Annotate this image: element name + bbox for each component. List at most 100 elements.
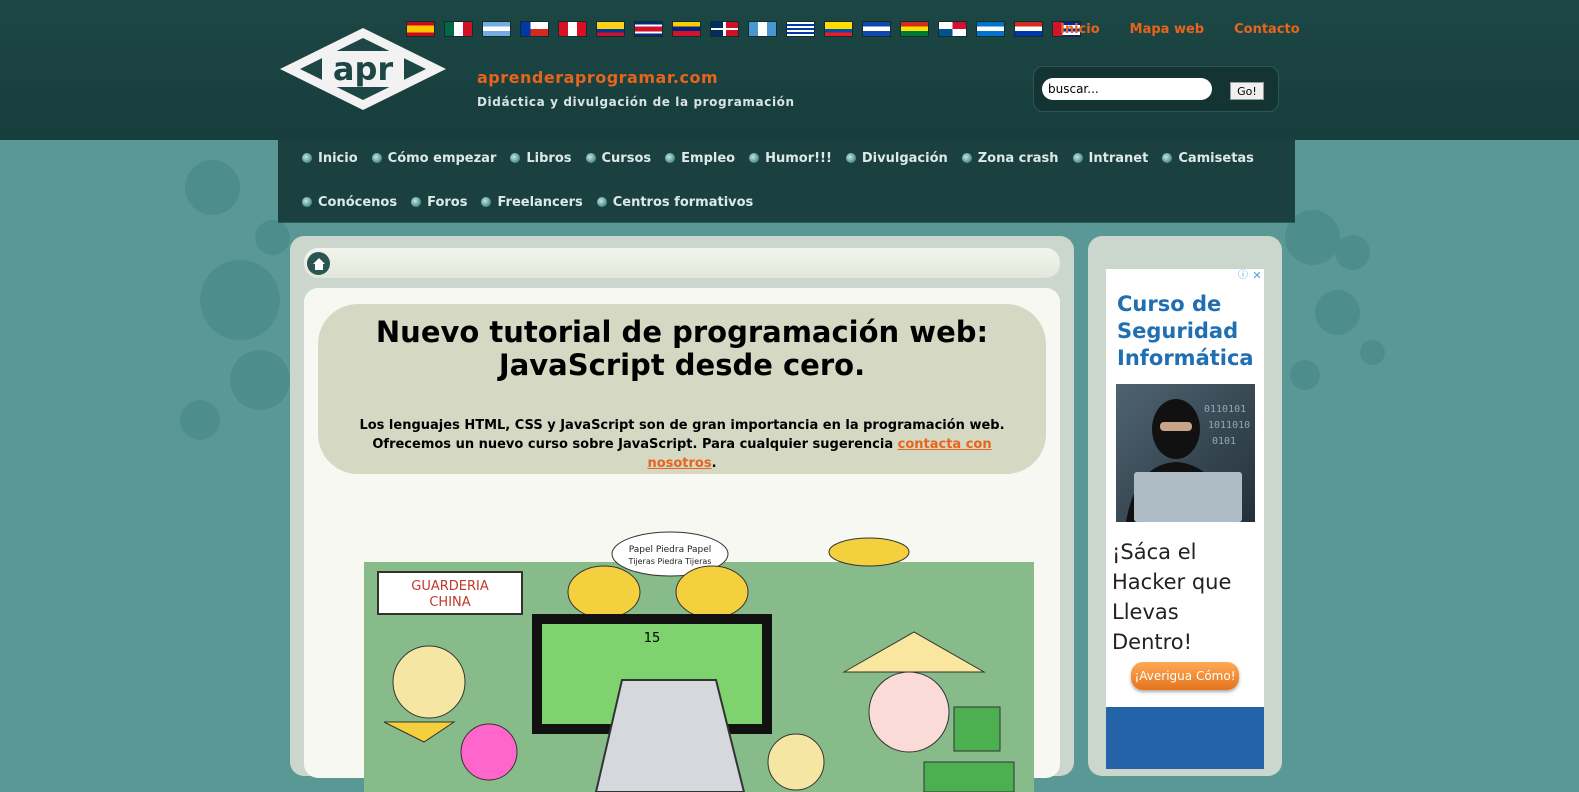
bullet-icon xyxy=(845,153,856,163)
site-tagline: Didáctica y divulgación de la programaci… xyxy=(477,95,795,109)
nav-label: Cómo empezar xyxy=(387,150,497,166)
comic-score: 15 xyxy=(644,631,661,646)
comic-balloon-text: Papel Piedra Papel xyxy=(629,545,712,555)
announcement-text: Los lenguajes HTML, CSS y JavaScript son… xyxy=(336,416,1028,473)
search-box: Go! xyxy=(1033,66,1279,112)
info-icon[interactable]: ⓘ xyxy=(1236,269,1250,283)
announcement-title: Nuevo tutorial de programación web: Java… xyxy=(318,316,1046,382)
nav-item-camisetas[interactable]: Camisetas xyxy=(1162,148,1254,168)
home-icon[interactable] xyxy=(307,252,330,275)
nav-item-zona-crash[interactable]: Zona crash xyxy=(961,148,1059,168)
top-link-mapa-web[interactable]: Mapa web xyxy=(1130,22,1204,37)
bullet-icon xyxy=(961,153,972,163)
nav-label: Conócenos xyxy=(318,194,398,210)
announcement-title-line1: Nuevo tutorial de programación web: xyxy=(375,315,989,349)
site-name[interactable]: aprenderaprogramar.com xyxy=(477,68,718,87)
nav-item-divulgacion[interactable]: Divulgación xyxy=(845,148,948,168)
bullet-icon xyxy=(481,197,492,207)
comic-sign-text-2: CHINA xyxy=(429,595,470,610)
nav-item-inicio[interactable]: Inicio xyxy=(302,148,358,168)
main-nav: Inicio Cómo empezar Libros Cursos Empleo… xyxy=(278,139,1295,223)
chile-flag[interactable] xyxy=(520,21,549,37)
nav-item-freelancers[interactable]: Freelancers xyxy=(481,192,583,212)
bullet-icon xyxy=(411,197,422,207)
honduras-flag[interactable] xyxy=(976,21,1005,37)
top-link-inicio[interactable]: Inicio xyxy=(1060,22,1100,37)
breadcrumb xyxy=(304,248,1060,278)
announcement-box: Nuevo tutorial de programación web: Java… xyxy=(318,304,1046,474)
nav-item-humor[interactable]: Humor!!! xyxy=(749,148,832,168)
paraguay-flag[interactable] xyxy=(1014,21,1043,37)
el-salvador-flag[interactable] xyxy=(862,21,891,37)
nav-item-centros-formativos[interactable]: Centros formativos xyxy=(596,192,754,212)
venezuela-flag[interactable] xyxy=(672,21,701,37)
site-logo[interactable]: apr xyxy=(278,26,448,116)
comic-sign-text: GUARDERIA xyxy=(411,579,489,594)
announcement-end: . xyxy=(711,456,717,471)
uruguay-flag[interactable] xyxy=(786,21,815,37)
nav-label: Humor!!! xyxy=(765,150,832,166)
nav-label: Foros xyxy=(427,194,468,210)
mexico-flag[interactable] xyxy=(444,21,473,37)
ad-hacker-photo: 0110101 1011010 0101 xyxy=(1116,384,1255,522)
bullet-icon xyxy=(302,153,312,163)
nav-label: Cursos xyxy=(601,150,652,166)
bullet-icon xyxy=(1072,153,1083,163)
svg-text:0101: 0101 xyxy=(1212,436,1236,447)
bullet-icon xyxy=(371,153,382,163)
colombia-flag[interactable] xyxy=(596,21,625,37)
logo-text: apr xyxy=(333,50,394,88)
ad-cta-button[interactable]: ¡Averigua Cómo! xyxy=(1131,662,1239,690)
article-panel: Nuevo tutorial de programación web: Java… xyxy=(304,288,1060,792)
nav-row-1: Inicio Cómo empezar Libros Cursos Empleo… xyxy=(302,148,1254,168)
panama-flag[interactable] xyxy=(938,21,967,37)
bullet-icon xyxy=(749,153,760,163)
nav-item-conocenos[interactable]: Conócenos xyxy=(302,192,397,212)
nav-label: Libros xyxy=(526,150,572,166)
ad-slogan: ¡Sáca el Hacker que Llevas Dentro! xyxy=(1112,540,1232,654)
svg-text:1011010: 1011010 xyxy=(1208,420,1250,431)
svg-text:0110101: 0110101 xyxy=(1204,404,1246,415)
bolivia-flag[interactable] xyxy=(900,21,929,37)
bullet-icon xyxy=(585,153,596,163)
nav-item-cursos[interactable]: Cursos xyxy=(585,148,652,168)
ad-footer xyxy=(1106,707,1264,769)
nav-item-intranet[interactable]: Intranet xyxy=(1072,148,1149,168)
bullet-icon xyxy=(1162,153,1173,163)
announcement-title-line2: JavaScript desde cero. xyxy=(498,348,866,382)
bullet-icon xyxy=(596,197,607,207)
top-links: Inicio Mapa web Contacto xyxy=(1060,22,1300,37)
sidebar: ⓘ ✕ Curso de Seguridad Informática 01101… xyxy=(1088,236,1282,776)
close-icon[interactable]: ✕ xyxy=(1250,269,1264,283)
dominican-republic-flag[interactable] xyxy=(710,21,739,37)
nav-label: Inicio xyxy=(318,150,358,166)
search-input[interactable] xyxy=(1042,78,1212,100)
argentina-flag[interactable] xyxy=(482,21,511,37)
costa-rica-flag[interactable] xyxy=(634,21,663,37)
comic-illustration: GUARDERIA CHINA Papel Piedra Papel Tijer… xyxy=(364,531,1034,792)
guatemala-flag[interactable] xyxy=(748,21,777,37)
main-content: Nuevo tutorial de programación web: Java… xyxy=(290,236,1074,792)
ecuador-flag[interactable] xyxy=(824,21,853,37)
nav-item-libros[interactable]: Libros xyxy=(510,148,572,168)
ad-title: Curso de Seguridad Informática xyxy=(1117,292,1254,370)
language-flags xyxy=(406,21,1081,37)
nav-label: Centros formativos xyxy=(612,194,754,210)
nav-row-2: Conócenos Foros Freelancers Centros form… xyxy=(302,192,753,212)
nav-item-como-empezar[interactable]: Cómo empezar xyxy=(371,148,497,168)
advertisement[interactable]: ⓘ ✕ Curso de Seguridad Informática 01101… xyxy=(1106,269,1264,769)
nav-label: Freelancers xyxy=(497,194,583,210)
nav-label: Divulgación xyxy=(861,150,948,166)
nav-item-empleo[interactable]: Empleo xyxy=(665,148,735,168)
peru-flag[interactable] xyxy=(558,21,587,37)
nav-label: Empleo xyxy=(681,150,736,166)
search-button[interactable]: Go! xyxy=(1230,82,1264,100)
nav-item-foros[interactable]: Foros xyxy=(411,192,467,212)
nav-label: Zona crash xyxy=(977,150,1059,166)
comic-balloon-text-2: Tijeras Piedra Tijeras xyxy=(628,557,712,566)
bullet-icon xyxy=(302,197,312,207)
bullet-icon xyxy=(665,153,676,163)
top-link-contacto[interactable]: Contacto xyxy=(1234,22,1300,37)
nav-label: Camisetas xyxy=(1178,150,1254,166)
nav-label: Intranet xyxy=(1088,150,1149,166)
